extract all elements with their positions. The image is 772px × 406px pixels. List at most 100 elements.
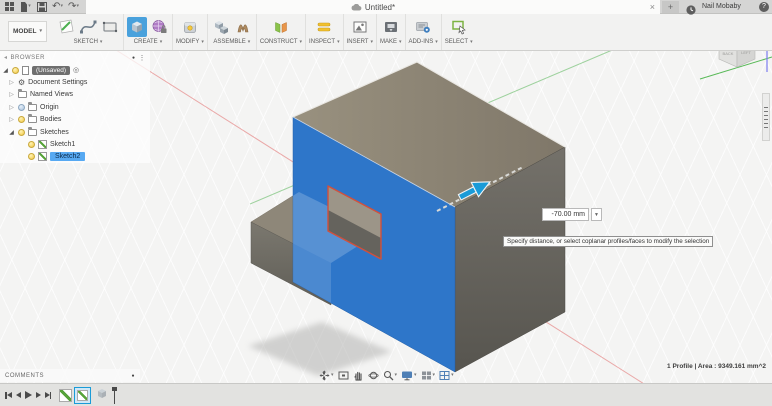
create-menu[interactable]: CREATE ▾	[134, 39, 162, 45]
prompt-tooltip: Specify distance, or select coplanar pro…	[503, 236, 714, 247]
step-forward-button[interactable]	[35, 392, 41, 398]
file-menu-icon[interactable]: ▾	[19, 1, 32, 13]
visibility-bulb-icon[interactable]	[18, 128, 25, 136]
make-menu[interactable]: MAKE ▾	[380, 39, 402, 45]
browser-item-sketch2[interactable]: Sketch2	[0, 151, 150, 163]
browser-item-origin[interactable]: ▷ Origin	[0, 101, 150, 113]
undo-icon[interactable]: ↶ ▾	[51, 1, 64, 13]
chevron-down-icon: ▾	[432, 372, 436, 378]
ground-shadow	[248, 322, 392, 376]
display-settings-icon[interactable]: ▾	[400, 370, 418, 381]
browser-item-named-views[interactable]: ▷ Named Views	[0, 89, 150, 101]
pan-hand-icon[interactable]	[352, 370, 365, 381]
extrude-tool-icon[interactable]	[127, 17, 147, 37]
comments-panel[interactable]: COMMENTS ●	[0, 369, 140, 382]
browser-item-sketches[interactable]: ◢ Sketches	[0, 126, 150, 138]
spline-tool-icon[interactable]	[78, 17, 98, 37]
select-tool-icon[interactable]	[449, 17, 469, 37]
save-icon[interactable]	[35, 1, 48, 13]
measure-tool-icon[interactable]	[314, 17, 334, 37]
visibility-bulb-icon[interactable]	[18, 116, 25, 124]
orbit-icon[interactable]	[367, 370, 380, 381]
visibility-bulb-icon[interactable]	[28, 141, 35, 149]
assemble-menu[interactable]: ASSEMBLE ▾	[213, 39, 250, 45]
play-button[interactable]	[24, 391, 32, 399]
create-form-icon[interactable]	[149, 17, 169, 37]
timeline-position-marker[interactable]	[112, 386, 117, 404]
sketch-icon	[38, 152, 47, 162]
construct-plane-icon[interactable]	[271, 17, 291, 37]
root-label[interactable]: (Unsaved)	[32, 65, 70, 75]
workspace-selector[interactable]: MODEL ▾	[8, 21, 47, 42]
joint-origin-icon[interactable]	[233, 17, 253, 37]
zoom-icon[interactable]: ▾	[382, 370, 399, 381]
layout-grid-icon[interactable]: ▾	[420, 370, 437, 381]
document-tab[interactable]: Untitled* ×	[86, 0, 660, 14]
step-back-button[interactable]	[15, 392, 21, 398]
item-label[interactable]: Bodies	[40, 116, 61, 123]
create-sketch-icon[interactable]	[56, 17, 76, 37]
visibility-bulb-icon[interactable]	[18, 103, 25, 111]
sketch-menu[interactable]: SKETCH ▾	[74, 39, 103, 45]
collapsed-arrow-icon[interactable]: ▷	[8, 79, 15, 86]
timeline-extrude-feature-pending[interactable]	[95, 386, 109, 405]
panel-dot-icon[interactable]: ●	[131, 373, 135, 379]
visibility-bulb-icon[interactable]	[28, 153, 35, 161]
addins-menu[interactable]: ADD-INS ▾	[409, 39, 438, 45]
redo-icon[interactable]: ↷ ▾	[67, 1, 80, 13]
inspect-menu[interactable]: INSPECT ▾	[309, 39, 340, 45]
panel-menu-icon[interactable]: ⋮	[139, 54, 147, 62]
fit-view-icon[interactable]	[337, 370, 350, 381]
distance-input[interactable]: -70.00 mm	[542, 208, 589, 221]
skip-to-end-button[interactable]	[44, 391, 51, 399]
item-label[interactable]: Origin	[40, 104, 59, 111]
viewports-icon[interactable]: ▾	[438, 370, 455, 381]
collapsed-arrow-icon[interactable]: ▷	[8, 116, 15, 123]
help-button[interactable]: ?	[759, 2, 769, 12]
timeline-sketch1-feature[interactable]	[59, 388, 72, 402]
addins-scripts-icon[interactable]	[413, 17, 433, 37]
joint-tool-icon[interactable]	[211, 17, 231, 37]
expanded-arrow-icon[interactable]: ◢	[8, 129, 15, 136]
selected-item-label[interactable]: Sketch2	[50, 152, 86, 162]
viewcube-left-label[interactable]: BACK	[723, 51, 734, 56]
item-label[interactable]: Sketch1	[50, 141, 75, 148]
modify-menu[interactable]: MODIFY ▾	[176, 39, 204, 45]
expanded-arrow-icon[interactable]: ◢	[2, 67, 9, 74]
recent-files-icon[interactable]	[686, 2, 696, 20]
item-label[interactable]: Named Views	[30, 91, 73, 98]
insert-menu[interactable]: INSERT ▾	[347, 39, 373, 45]
timeline-sketch2-feature-selected[interactable]	[74, 386, 91, 404]
data-panel-icon[interactable]	[3, 1, 16, 13]
item-label[interactable]: Sketches	[40, 129, 69, 136]
insert-image-icon[interactable]	[350, 17, 370, 37]
right-edge-tab[interactable]	[762, 93, 770, 141]
browser-item-document-settings[interactable]: ▷ ⚙ Document Settings	[0, 76, 150, 88]
workspace-label: MODEL	[13, 28, 37, 35]
construct-menu[interactable]: CONSTRUCT ▾	[260, 39, 302, 45]
browser-item-bodies[interactable]: ▷ Bodies	[0, 114, 150, 126]
item-label[interactable]: Document Settings	[28, 79, 87, 86]
collapsed-arrow-icon[interactable]: ▷	[8, 104, 15, 111]
chevron-down-icon: ▾	[399, 38, 402, 45]
collapsed-arrow-icon[interactable]: ▷	[8, 91, 15, 98]
rectangle-tool-icon[interactable]	[100, 17, 120, 37]
select-menu[interactable]: SELECT ▾	[445, 39, 473, 45]
new-document-button[interactable]: +	[662, 1, 679, 13]
skip-to-start-button[interactable]	[5, 391, 12, 399]
collapse-panel-icon[interactable]: ◂	[4, 54, 8, 61]
pan-icon[interactable]: ▾	[318, 370, 335, 381]
activate-component-icon[interactable]: ◎	[73, 66, 79, 74]
distance-spinner[interactable]: ▼	[591, 208, 602, 221]
visibility-bulb-icon[interactable]	[12, 66, 19, 74]
press-pull-icon[interactable]	[180, 17, 200, 37]
browser-header[interactable]: ◂ BROWSER ● ⋮	[0, 51, 150, 64]
chevron-down-icon: ▾	[451, 372, 454, 378]
make-3dprint-icon[interactable]	[381, 17, 401, 37]
close-tab-icon[interactable]: ×	[650, 0, 655, 14]
browser-item-root[interactable]: ◢ (Unsaved) ◎	[0, 64, 150, 76]
user-name[interactable]: Nail Mobaby	[702, 3, 741, 10]
chevron-down-icon: ▾	[201, 38, 204, 45]
panel-dot-icon[interactable]: ●	[132, 55, 136, 61]
browser-item-sketch1[interactable]: Sketch1	[0, 138, 150, 150]
